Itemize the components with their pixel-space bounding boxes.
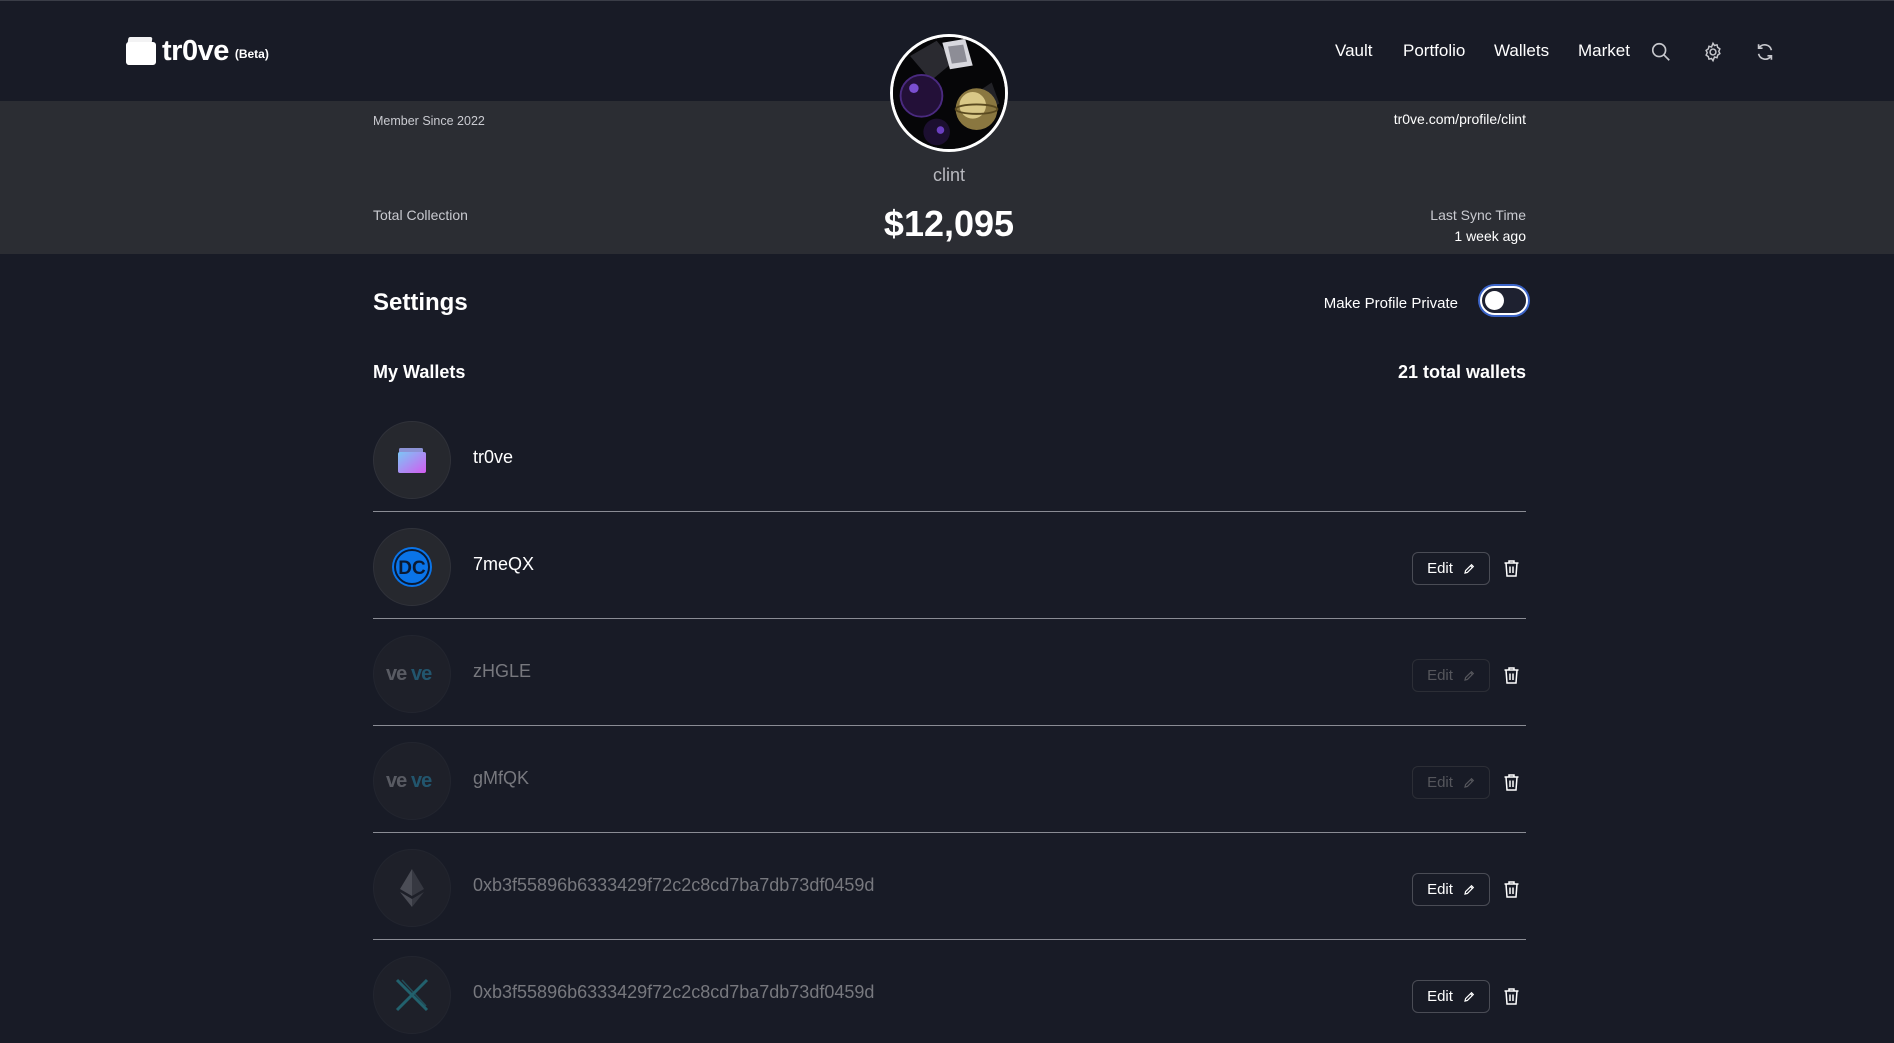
wallet-address: 0xb3f55896b6333429f72c2c8cd7ba7db73df045…: [473, 982, 875, 1002]
svg-text:ve: ve: [411, 771, 432, 791]
wallet-name: zHGLE: [473, 661, 532, 681]
beta-badge: (Beta): [234, 47, 269, 61]
profile-avatar[interactable]: [890, 34, 1008, 152]
pencil-icon: [1464, 884, 1475, 895]
edit-label: Edit: [1427, 774, 1453, 791]
pencil-icon: [1464, 991, 1475, 1002]
edit-wallet-button[interactable]: Edit: [1412, 552, 1490, 585]
nav-vault[interactable]: Vault: [1335, 41, 1373, 61]
nav-market[interactable]: Market: [1578, 41, 1630, 61]
veve-logo-icon: ve ve: [373, 742, 451, 820]
trash-icon[interactable]: [1503, 880, 1520, 899]
edit-label: Edit: [1427, 988, 1453, 1005]
ethereum-icon: [373, 849, 451, 927]
trove-wallet-icon: [373, 421, 451, 499]
trove-logo[interactable]: tr0ve (Beta): [126, 34, 269, 68]
my-wallets-title: My Wallets: [373, 362, 466, 382]
pencil-icon: [1464, 777, 1475, 788]
trash-icon[interactable]: [1503, 987, 1520, 1006]
total-collection-value: $12,095: [883, 203, 1015, 244]
wallet-row[interactable]: DC 7meQX Edit: [373, 512, 1526, 619]
trash-icon[interactable]: [1503, 559, 1520, 578]
settings-title: Settings: [373, 289, 468, 316]
gear-icon[interactable]: [1702, 41, 1724, 63]
wallet-name: tr0ve: [473, 447, 514, 467]
pencil-icon: [1464, 670, 1475, 681]
wallet-logo-icon: [126, 37, 156, 65]
wallet-row[interactable]: ve ve zHGLE Edit: [373, 619, 1526, 726]
logo-text: tr0ve: [162, 34, 229, 67]
edit-label: Edit: [1427, 560, 1453, 577]
wallet-name: gMfQK: [473, 768, 530, 788]
edit-label: Edit: [1427, 667, 1453, 684]
edit-wallet-button[interactable]: Edit: [1412, 873, 1490, 906]
profile-username: clint: [932, 165, 965, 185]
edit-wallet-button[interactable]: Edit: [1412, 659, 1490, 692]
wallets-count: 21 total wallets: [1397, 362, 1526, 382]
trash-icon[interactable]: [1503, 666, 1520, 685]
make-private-toggle[interactable]: [1480, 286, 1528, 315]
pencil-icon: [1464, 563, 1475, 574]
last-sync-label: Last Sync Time: [1430, 207, 1526, 223]
wallet-name: 7meQX: [473, 554, 535, 574]
immutable-x-icon: [373, 956, 451, 1034]
nav-portfolio[interactable]: Portfolio: [1403, 41, 1465, 61]
wallet-row[interactable]: ve ve gMfQK Edit: [373, 726, 1526, 833]
member-since: Member Since 2022: [373, 114, 485, 128]
trash-icon[interactable]: [1503, 773, 1520, 792]
svg-text:ve: ve: [386, 771, 407, 791]
svg-text:ve: ve: [386, 664, 407, 684]
last-sync-value: 1 week ago: [1454, 228, 1526, 244]
total-collection-label: Total Collection: [373, 207, 468, 223]
nav-wallets[interactable]: Wallets: [1494, 41, 1549, 61]
profile-url-link[interactable]: tr0ve.com/profile/clint: [1394, 111, 1526, 127]
dc-logo-icon: DC: [373, 528, 451, 606]
wallet-row[interactable]: 0xb3f55896b6333429f72c2c8cd7ba7db73df045…: [373, 940, 1526, 1043]
svg-text:ve: ve: [411, 664, 432, 684]
wallet-row[interactable]: 0xb3f55896b6333429f72c2c8cd7ba7db73df045…: [373, 833, 1526, 940]
veve-logo-icon: ve ve: [373, 635, 451, 713]
edit-wallet-button[interactable]: Edit: [1412, 980, 1490, 1013]
svg-text:DC: DC: [398, 558, 426, 579]
refresh-icon[interactable]: [1754, 41, 1776, 63]
edit-wallet-button[interactable]: Edit: [1412, 766, 1490, 799]
toggle-knob: [1485, 291, 1504, 310]
edit-label: Edit: [1427, 881, 1453, 898]
search-icon[interactable]: [1650, 41, 1672, 63]
wallet-address: 0xb3f55896b6333429f72c2c8cd7ba7db73df045…: [473, 875, 875, 895]
make-private-label: Make Profile Private: [1323, 295, 1458, 312]
wallet-row[interactable]: tr0ve: [373, 405, 1526, 512]
